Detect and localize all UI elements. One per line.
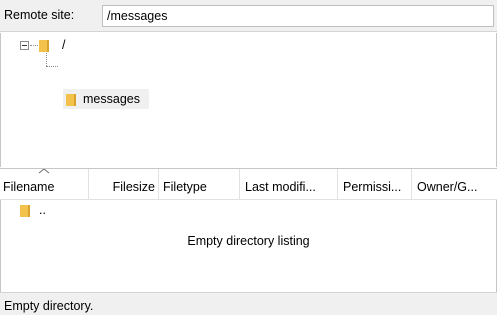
column-label: Filetype bbox=[163, 180, 207, 194]
tree-item-messages[interactable]: messages bbox=[83, 92, 140, 106]
folder-icon bbox=[66, 94, 76, 106]
status-bar: Empty directory. bbox=[0, 292, 497, 315]
column-header-filetype[interactable]: Filetype bbox=[158, 169, 239, 201]
remote-path-input[interactable] bbox=[102, 5, 494, 27]
collapse-toggle-icon[interactable] bbox=[20, 41, 29, 50]
column-header-permissions[interactable]: Permissi... bbox=[337, 169, 411, 201]
remote-site-label: Remote site: bbox=[4, 8, 75, 22]
column-label: Filename bbox=[3, 180, 55, 194]
column-label: Filesize bbox=[112, 180, 155, 194]
column-label: Permissi... bbox=[343, 180, 402, 194]
empty-listing-message: Empty directory listing bbox=[187, 234, 310, 248]
remote-site-bar: Remote site: bbox=[0, 0, 497, 32]
status-text: Empty directory. bbox=[4, 299, 94, 313]
column-header-filesize[interactable]: Filesize bbox=[88, 169, 158, 201]
column-header-owner-group[interactable]: Owner/G... bbox=[411, 169, 497, 201]
folder-icon bbox=[39, 40, 49, 52]
file-list-header: Filename Filesize Filetype Last modifi..… bbox=[0, 168, 497, 201]
tree-connector bbox=[46, 66, 58, 67]
remote-directory-tree[interactable]: / messages bbox=[0, 33, 497, 167]
remote-file-list[interactable]: .. Empty directory listing bbox=[0, 200, 497, 292]
column-header-last-modified[interactable]: Last modifi... bbox=[239, 169, 337, 201]
tree-connector bbox=[46, 53, 47, 66]
column-label: Last modifi... bbox=[245, 180, 316, 194]
sort-ascending-icon bbox=[38, 169, 50, 174]
column-label: Owner/G... bbox=[417, 180, 478, 194]
tree-connector bbox=[30, 45, 38, 46]
column-header-filename[interactable]: Filename bbox=[0, 169, 88, 201]
folder-icon bbox=[20, 205, 30, 217]
list-item-parent-directory[interactable]: .. bbox=[39, 203, 46, 217]
tree-item-root[interactable]: / bbox=[62, 38, 65, 52]
